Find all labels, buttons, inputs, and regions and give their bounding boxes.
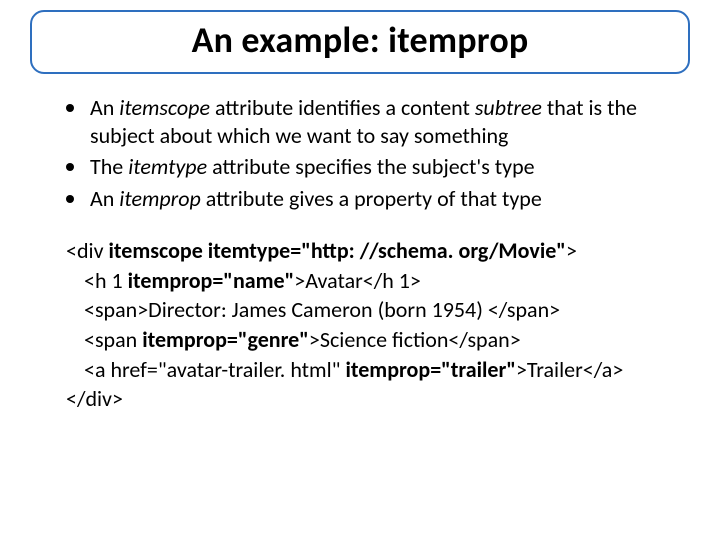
code-text: <h 1 xyxy=(84,267,128,294)
code-bold: itemprop="genre" xyxy=(142,326,309,353)
title-box: An example: itemprop xyxy=(30,10,690,74)
code-line: <span itemprop="genre">Science fiction</… xyxy=(66,325,672,355)
code-bold: itemscope itemtype="http: //schema. org/… xyxy=(108,237,565,264)
code-line: <h 1 itemprop="name">Avatar</h 1> xyxy=(66,266,672,296)
content-area: An itemscope attribute identifies a cont… xyxy=(18,74,702,414)
text: An xyxy=(90,94,119,121)
code-line: <a href="avatar-trailer. html" itemprop=… xyxy=(66,355,672,385)
code-text: >Trailer</a> xyxy=(516,356,623,383)
code-line: </div> xyxy=(66,384,672,414)
text: attribute specifies the subject's type xyxy=(207,153,535,180)
code-text: >Avatar</h 1> xyxy=(294,267,421,294)
text: attribute gives a property of that type xyxy=(201,185,542,212)
list-item: An itemscope attribute identifies a cont… xyxy=(66,94,672,149)
code-text: </div> xyxy=(66,385,123,412)
list-item: The itemtype attribute specifies the sub… xyxy=(66,153,672,181)
code-text: <span>Director: James Cameron (born 1954… xyxy=(84,296,560,323)
code-text: <div xyxy=(66,237,108,264)
code-text: >Science fiction</span> xyxy=(309,326,521,353)
list-item: An itemprop attribute gives a property o… xyxy=(66,185,672,213)
text: An xyxy=(90,185,119,212)
italic-term: itemprop xyxy=(119,185,201,212)
code-block: <div itemscope itemtype="http: //schema.… xyxy=(66,236,672,414)
italic-term: itemscope xyxy=(119,94,210,121)
code-bold: itemprop="name" xyxy=(128,267,295,294)
code-text: <a href="avatar-trailer. html" xyxy=(84,356,345,383)
slide: An example: itemprop An itemscope attrib… xyxy=(0,0,720,540)
code-text: > xyxy=(566,237,577,264)
italic-term: itemtype xyxy=(128,153,207,180)
text: The xyxy=(90,153,128,180)
text: attribute identifies a content xyxy=(210,94,475,121)
code-bold: itemprop="trailer" xyxy=(345,356,516,383)
code-line: <span>Director: James Cameron (born 1954… xyxy=(66,295,672,325)
slide-title: An example: itemprop xyxy=(32,18,688,62)
code-line: <div itemscope itemtype="http: //schema.… xyxy=(66,236,672,266)
italic-term: subtree xyxy=(475,94,542,121)
bullet-list: An itemscope attribute identifies a cont… xyxy=(66,94,672,212)
code-text: <span xyxy=(84,326,142,353)
